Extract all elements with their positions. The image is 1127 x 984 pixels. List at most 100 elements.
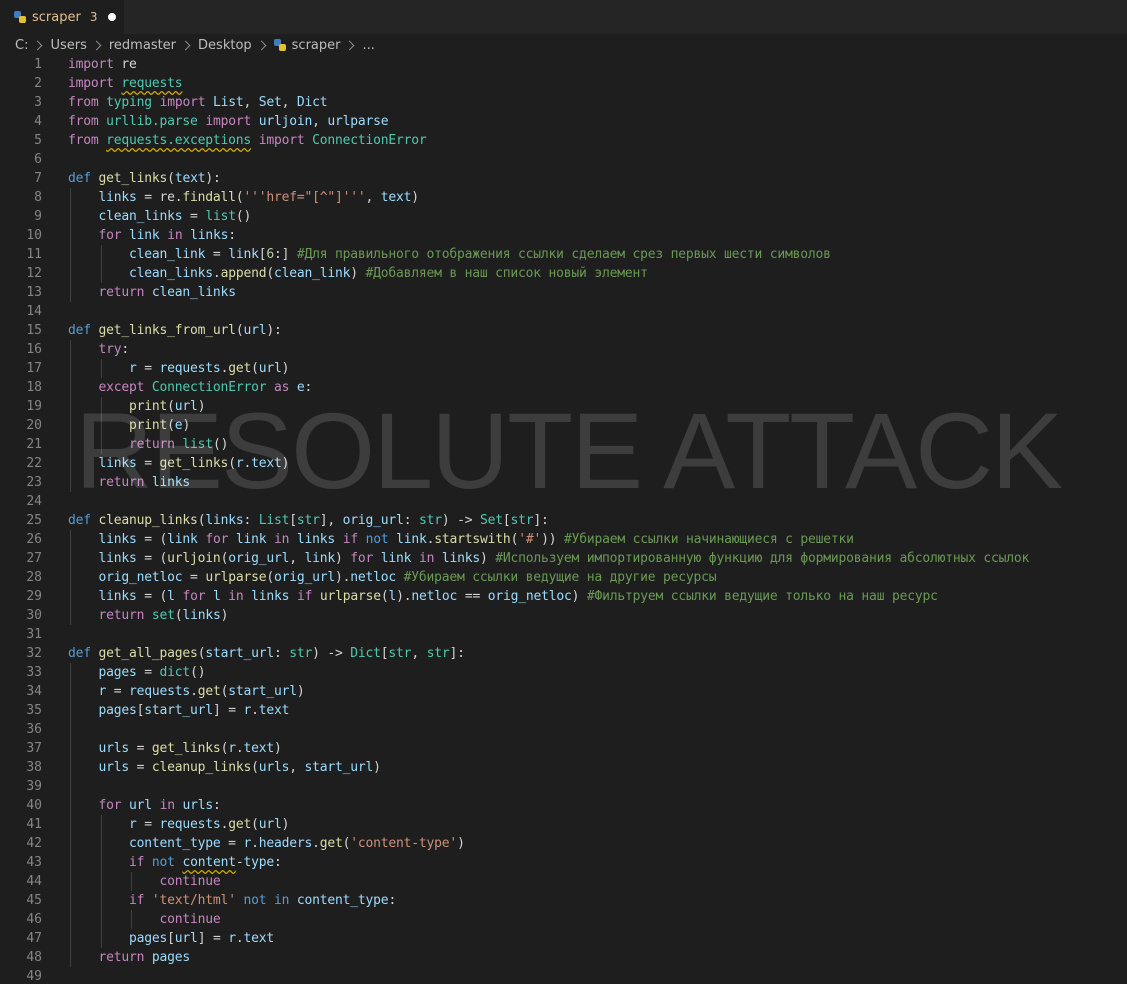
code-line[interactable]: 7 def get_links(text):: [0, 169, 1127, 188]
code-line[interactable]: 11 clean_link = link[6:] #Для правильног…: [0, 245, 1127, 264]
code-line[interactable]: 26 links = (link for link in links if no…: [0, 530, 1127, 549]
code-token: (): [212, 437, 229, 452]
code-line[interactable]: 42 content_type = r.headers.get('content…: [0, 834, 1127, 853]
code-text: return links: [68, 473, 191, 492]
code-token: )): [541, 532, 564, 547]
code-line[interactable]: 20 print(e): [0, 416, 1127, 435]
code-token: url: [258, 817, 282, 832]
code-token: str: [289, 646, 313, 661]
breadcrumb-desktop[interactable]: Desktop: [198, 38, 252, 53]
code-line[interactable]: 22 links = get_links(r.text): [0, 454, 1127, 473]
code-line[interactable]: 3 from typing import List, Set, Dict: [0, 93, 1127, 112]
code-line[interactable]: 36: [0, 720, 1127, 739]
code-text: return pages: [68, 948, 191, 967]
code-token: clean_links: [98, 209, 183, 224]
code-line[interactable]: 41 r = requests.get(url): [0, 815, 1127, 834]
code-line[interactable]: 19 print(url): [0, 397, 1127, 416]
code-line[interactable]: 1 import re: [0, 55, 1127, 74]
code-line[interactable]: 34 r = requests.get(start_url): [0, 682, 1127, 701]
code-line[interactable]: 39: [0, 777, 1127, 796]
code-line[interactable]: 5 from requests.exceptions import Connect…: [0, 131, 1127, 150]
code-token: continue: [159, 874, 221, 889]
unsaved-dot-icon[interactable]: [108, 13, 117, 21]
code-line[interactable]: 9 clean_links = list(): [0, 207, 1127, 226]
code-line[interactable]: 15 def get_links_from_url(url):: [0, 321, 1127, 340]
code-token: =: [136, 665, 160, 680]
breadcrumb-redmaster[interactable]: redmaster: [109, 38, 176, 53]
code-line[interactable]: 31: [0, 625, 1127, 644]
breadcrumb-file[interactable]: scraper: [292, 38, 341, 53]
code-token: ] =: [212, 703, 244, 718]
code-line[interactable]: 23 return links: [0, 473, 1127, 492]
code-line[interactable]: 14: [0, 302, 1127, 321]
line-number: 16: [26, 342, 42, 357]
code-text: content_type = r.headers.get('content-ty…: [68, 834, 465, 853]
line-number: 23: [26, 475, 42, 490]
code-token: for: [350, 551, 374, 566]
code-line[interactable]: 43 if not content-type:: [0, 853, 1127, 872]
code-token: (: [167, 171, 175, 186]
code-line[interactable]: 37 urls = get_links(r.text): [0, 739, 1127, 758]
code-line[interactable]: 47 pages[url] = r.text: [0, 929, 1127, 948]
code-token: str: [296, 513, 320, 528]
code-line[interactable]: 13 return clean_links: [0, 283, 1127, 302]
code-line[interactable]: 28 orig_netloc = urlparse(orig_url).netl…: [0, 568, 1127, 587]
tab-scraper[interactable]: scraper 3: [0, 0, 124, 34]
code-line[interactable]: 29 links = (l for l in links if urlparse…: [0, 587, 1127, 606]
code-line[interactable]: 30 return set(links): [0, 606, 1127, 625]
code-line[interactable]: 38 urls = cleanup_links(urls, start_url): [0, 758, 1127, 777]
code-line[interactable]: 40 for url in urls:: [0, 796, 1127, 815]
breadcrumb-users[interactable]: Users: [50, 38, 86, 53]
code-line[interactable]: 24: [0, 492, 1127, 511]
code-line[interactable]: 2 import requests: [0, 74, 1127, 93]
code-line[interactable]: 25 def cleanup_links(links: List[str], or…: [0, 511, 1127, 530]
line-number: 19: [26, 399, 42, 414]
code-line[interactable]: 44 continue: [0, 872, 1127, 891]
code-line[interactable]: 33 pages = dict(): [0, 663, 1127, 682]
code-line[interactable]: 8 links = re.findall('''href="[^"]''', t…: [0, 188, 1127, 207]
code-line[interactable]: 32 def get_all_pages(start_url: str) -> D…: [0, 644, 1127, 663]
code-line[interactable]: 4 from urllib.parse import urljoin, urlpa…: [0, 112, 1127, 131]
code-token: get: [197, 684, 221, 699]
code-token: pages: [98, 703, 137, 718]
code-line[interactable]: 17 r = requests.get(url): [0, 359, 1127, 378]
code-token: get: [228, 817, 252, 832]
code-text: links = re.findall('''href="[^"]''', tex…: [68, 188, 420, 207]
code-line[interactable]: 49: [0, 967, 1127, 984]
code-text: import re: [68, 55, 137, 74]
code-text: orig_netloc = urlparse(orig_url).netloc …: [68, 568, 717, 587]
code-line[interactable]: 12 clean_links.append(clean_link) #Добав…: [0, 264, 1127, 283]
code-line[interactable]: 10 for link in links:: [0, 226, 1127, 245]
breadcrumb-symbols[interactable]: ...: [362, 38, 374, 53]
code-line[interactable]: 21 return list(): [0, 435, 1127, 454]
code-line[interactable]: 6: [0, 150, 1127, 169]
code-line[interactable]: 27 links = (urljoin(orig_url, link) for …: [0, 549, 1127, 568]
breadcrumb-drive[interactable]: C:: [15, 38, 28, 53]
code-token: #Убираем ссылки ведущие на другие ресурс…: [403, 570, 717, 585]
code-token: requests: [159, 817, 221, 832]
line-number: 13: [26, 285, 42, 300]
code-line[interactable]: 46 continue: [0, 910, 1127, 929]
code-line[interactable]: 48 return pages: [0, 948, 1127, 967]
code-token: (: [380, 589, 389, 604]
code-line[interactable]: 45 if 'text/html' not in content_type:: [0, 891, 1127, 910]
code-token: for: [98, 798, 122, 813]
code-line[interactable]: 35 pages[start_url] = r.text: [0, 701, 1127, 720]
code-line[interactable]: 18 except ConnectionError as e:: [0, 378, 1127, 397]
code-editor[interactable]: 1 import re 2 import requests 3 from typing i…: [0, 55, 1127, 984]
line-number: 41: [26, 817, 42, 832]
line-number: 43: [26, 855, 42, 870]
line-number: 46: [26, 912, 42, 927]
code-line[interactable]: 16 try:: [0, 340, 1127, 359]
